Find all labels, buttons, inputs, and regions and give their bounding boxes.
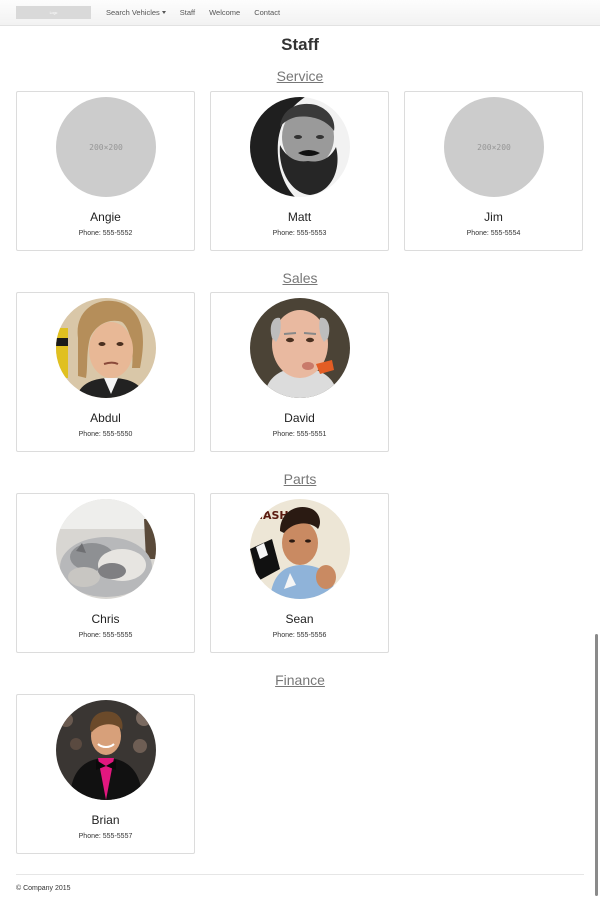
footer-copyright: © Company 2015 <box>16 885 71 892</box>
bearded-man-photo <box>250 97 350 197</box>
scrollbar-thumb[interactable] <box>595 634 598 896</box>
staff-name: Chris <box>91 612 120 626</box>
placeholder-label: 200×200 <box>477 143 511 152</box>
staff-card-matt: Matt Phone: 555-5553 <box>210 91 389 251</box>
long-haired-man-photo <box>56 298 156 398</box>
staff-card-chris: Chris Phone: 555-5555 <box>16 493 195 653</box>
man-pompadour-photo: MASH <box>250 499 350 599</box>
brand-text: Logo <box>49 10 58 15</box>
staff-phone: Phone: 555-5553 <box>272 230 327 237</box>
staff-card-david: David Phone: 555-5551 <box>210 292 389 452</box>
section-title-service[interactable]: Service <box>0 68 600 84</box>
nav-search-vehicles-label: Search Vehicles <box>106 8 160 17</box>
brand-logo[interactable]: Logo <box>16 6 91 19</box>
placeholder-image: 200×200 <box>56 97 156 197</box>
man-in-tuxedo-photo <box>56 700 156 800</box>
staff-name: Sean <box>285 612 314 626</box>
nav-search-vehicles[interactable]: Search Vehicles <box>106 8 166 17</box>
nav-staff[interactable]: Staff <box>180 8 195 17</box>
staff-phone: Phone: 555-5556 <box>272 632 327 639</box>
nav-welcome[interactable]: Welcome <box>209 8 240 17</box>
placeholder-image: 200×200 <box>444 97 544 197</box>
section-title-parts[interactable]: Parts <box>0 471 600 487</box>
staff-card-jim: 200×200 Jim Phone: 555-5554 <box>404 91 583 251</box>
placeholder-label: 200×200 <box>89 143 123 152</box>
nav-contact[interactable]: Contact <box>254 8 280 17</box>
staff-phone: Phone: 555-5551 <box>272 431 327 438</box>
staff-name: Brian <box>91 813 120 827</box>
page-title: Staff <box>281 35 319 54</box>
staff-name: Abdul <box>90 411 121 425</box>
staff-phone: Phone: 555-5557 <box>78 833 133 840</box>
staff-name: David <box>284 411 315 425</box>
footer-divider <box>16 874 584 875</box>
staff-phone: Phone: 555-5552 <box>78 230 133 237</box>
sleeping-cats-photo <box>56 499 156 599</box>
caret-down-icon <box>161 11 166 14</box>
staff-phone: Phone: 555-5554 <box>466 230 521 237</box>
staff-card-abdul: Abdul Phone: 555-5550 <box>16 292 195 452</box>
staff-card-sean: MASH Sean Phone: 555-5556 <box>210 493 389 653</box>
staff-phone: Phone: 555-5555 <box>78 632 133 639</box>
navbar: Logo Search Vehicles Staff Welcome Conta… <box>0 0 600 26</box>
staff-name: Matt <box>287 210 312 224</box>
section-title-finance[interactable]: Finance <box>0 672 600 688</box>
staff-name: Angie <box>90 210 121 224</box>
staff-card-brian: Brian Phone: 555-5557 <box>16 694 195 854</box>
staff-phone: Phone: 555-5550 <box>78 431 133 438</box>
section-title-sales[interactable]: Sales <box>0 270 600 286</box>
staff-card-angie: 200×200 Angie Phone: 555-5552 <box>16 91 195 251</box>
bald-man-whistle-photo <box>250 298 350 398</box>
staff-name: Jim <box>484 210 503 224</box>
